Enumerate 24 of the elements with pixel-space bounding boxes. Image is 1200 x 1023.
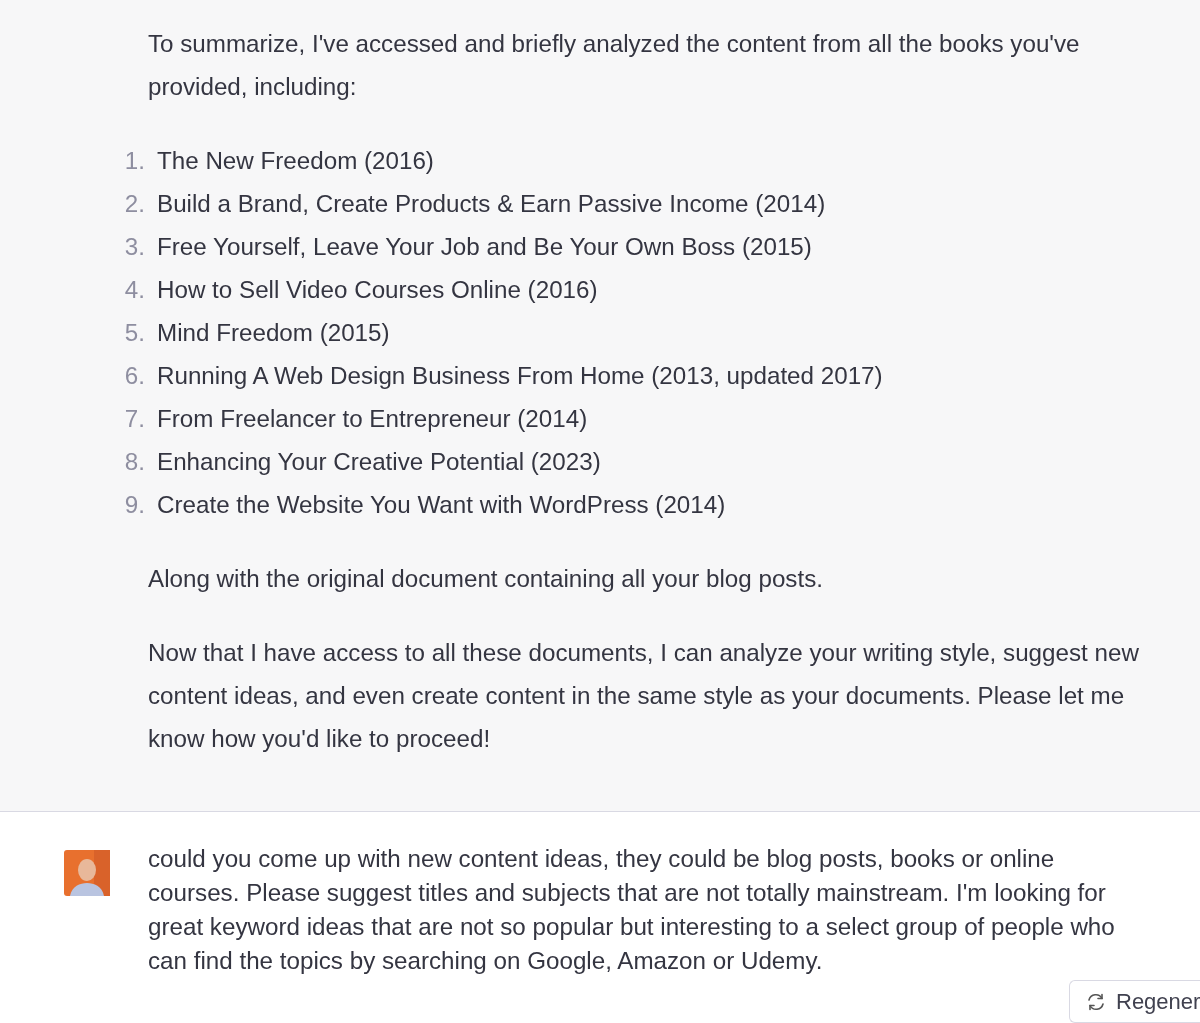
list-number: 4. [123,275,145,305]
list-number: 9. [123,490,145,520]
regenerate-button[interactable]: Regener [1069,980,1200,1023]
user-message: could you come up with new content ideas, they could be blog posts, books or online courses. Please suggest titles and subjects that are not totally mainstream. I'm looking for great keyword ideas that are not so popular but interesting to a select group of people who can find the topics by searching on Google, Amazon or Udemy. [148,844,1116,976]
list-number: 2. [123,189,145,219]
book-title: Enhancing Your Creative Potential (2023) [157,447,601,477]
book-title: Build a Brand, Create Products & Earn Passive Income (2014) [157,189,826,219]
book-title: The New Freedom (2016) [157,146,434,176]
book-title: Free Yourself, Leave Your Job and Be Your Own Boss (2015) [157,232,812,262]
book-title: Mind Freedom (2015) [157,318,390,348]
list-number: 8. [123,447,145,477]
book-title: How to Sell Video Courses Online (2016) [157,275,598,305]
list-number: 1. [123,146,145,176]
book-title: Running A Web Design Business From Home (2013, updated 2017) [157,361,883,391]
list-number: 6. [123,361,145,391]
list-number: 5. [123,318,145,348]
message-paragraph: To summarize, I've accessed and briefly analyzed the content from all the books you've provided, including: [148,29,1081,102]
refresh-icon [1086,991,1106,1012]
message-paragraph: Now that I have access to all these documents, I can analyze your writing style, suggest new content ideas, and even create content in the same style as your documents. Please let me know how you'd like to proceed! [148,638,1140,754]
book-title: From Freelancer to Entrepreneur (2014) [157,404,588,434]
message-paragraph: Along with the original document containing all your blog posts. [148,564,824,594]
book-title: Create the Website You Want with WordPress (2014) [157,490,726,520]
list-number: 3. [123,232,145,262]
list-number: 7. [123,404,145,434]
